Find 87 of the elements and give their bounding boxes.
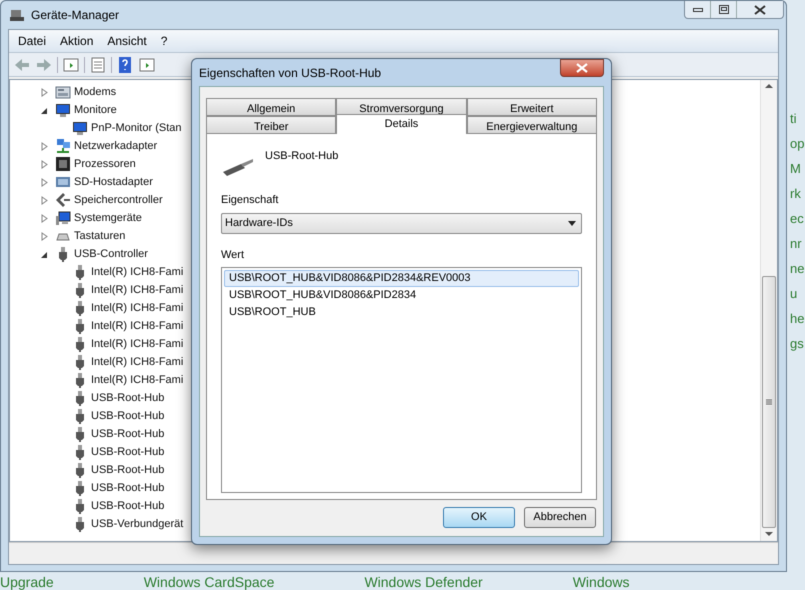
tree-item[interactable]: Intel(R) ICH8-Fami xyxy=(91,318,184,334)
tree-item[interactable]: Modems xyxy=(74,84,116,100)
background-text: op xyxy=(790,137,804,150)
tree-item[interactable]: Prozessoren xyxy=(74,156,136,172)
tree-item[interactable]: USB-Root-Hub xyxy=(91,408,164,424)
window-title: Geräte-Manager xyxy=(31,7,120,24)
property-label: Eigenschaft xyxy=(221,193,280,208)
property-dropdown[interactable]: Hardware-IDs xyxy=(221,212,582,234)
value-label: Wert xyxy=(221,248,246,262)
tree-item[interactable]: Intel(R) ICH8-Fami xyxy=(91,300,184,316)
card-adapter-icon xyxy=(55,174,71,190)
value-item[interactable]: USB\ROOT_HUB xyxy=(224,304,579,321)
computer-icon xyxy=(55,210,71,226)
storage-controller-icon xyxy=(55,192,71,208)
properties-icon[interactable] xyxy=(89,56,107,74)
tree-item[interactable]: Intel(R) ICH8-Fami xyxy=(91,354,184,370)
menu-item[interactable]: Datei xyxy=(18,32,46,50)
tree-item[interactable]: Speichercontroller xyxy=(74,192,163,208)
tree-item[interactable]: USB-Root-Hub xyxy=(91,498,164,514)
background-text: gs xyxy=(790,337,804,350)
background-text: he xyxy=(790,312,804,325)
usb-cable-icon xyxy=(221,156,255,178)
tree-item[interactable]: Intel(R) ICH8-Fami xyxy=(91,264,184,280)
background-text: Upgrade xyxy=(0,574,54,590)
background-text: Windows CardSpace xyxy=(144,574,274,590)
maximize-icon xyxy=(718,5,728,14)
tree-item[interactable]: Monitore xyxy=(74,102,117,118)
tree-item[interactable]: Netzwerkadapter xyxy=(74,138,158,154)
tree-item[interactable]: USB-Verbundgerät xyxy=(91,516,184,532)
menu-item[interactable]: Aktion xyxy=(60,32,94,50)
scrollbar[interactable] xyxy=(760,80,777,541)
close-icon xyxy=(754,4,766,14)
background-text: rk xyxy=(790,187,802,200)
network-icon xyxy=(55,138,71,154)
background-text: u xyxy=(790,287,798,300)
ok-button[interactable]: OK xyxy=(443,507,515,528)
background-text: ti xyxy=(790,112,798,125)
tree-item[interactable]: Intel(R) ICH8-Fami xyxy=(91,372,184,388)
tab[interactable]: Treiber xyxy=(206,116,336,134)
menu-item[interactable]: Ansicht xyxy=(107,32,147,50)
monitor-icon xyxy=(72,120,88,136)
scroll-down-icon[interactable] xyxy=(765,532,773,537)
action-pane-icon[interactable] xyxy=(138,56,156,74)
tree-item[interactable]: USB-Root-Hub xyxy=(91,462,164,478)
tree-item[interactable]: USB-Root-Hub xyxy=(91,390,164,406)
scroll-thumb[interactable] xyxy=(762,276,776,528)
dialog-title: Eigenschaften von USB-Root-Hub xyxy=(199,64,382,82)
tree-item[interactable]: Intel(R) ICH8-Fami xyxy=(91,336,184,352)
menu-item[interactable]: ? xyxy=(160,32,168,50)
collapse-arrow-icon[interactable] xyxy=(40,250,49,258)
tab[interactable]: Erweitert xyxy=(466,98,597,116)
background-text: ec xyxy=(790,212,804,225)
processor-icon xyxy=(55,156,71,172)
tree-item[interactable]: PnP-Monitor (Stan xyxy=(91,120,182,136)
collapse-arrow-icon[interactable] xyxy=(40,106,49,114)
scroll-up-icon[interactable] xyxy=(765,83,773,88)
tree-item[interactable]: USB-Root-Hub xyxy=(91,426,164,442)
value-item[interactable]: USB\ROOT_HUB&VID8086&PID2834&REV0003 xyxy=(224,270,579,287)
background-text: nr xyxy=(790,237,803,250)
dropdown-arrow-icon xyxy=(568,220,576,226)
tree-item[interactable]: Intel(R) ICH8-Fami xyxy=(91,282,184,298)
background-text: Windows Defender xyxy=(364,574,483,590)
expand-arrow-icon[interactable] xyxy=(40,88,49,96)
background-text: M xyxy=(790,162,802,175)
grip-icon xyxy=(766,399,772,405)
background-text: Windows xyxy=(572,574,630,590)
background-text: ne xyxy=(790,262,804,275)
tree-item[interactable]: USB-Root-Hub xyxy=(91,480,164,496)
tree-item[interactable]: USB-Controller xyxy=(74,246,148,262)
tree-item[interactable]: Tastaturen xyxy=(74,228,126,244)
tree-pane-icon[interactable] xyxy=(62,56,80,74)
tree-item[interactable]: SD-Hostadapter xyxy=(74,174,153,190)
monitor-icon xyxy=(55,102,71,118)
close-button[interactable] xyxy=(560,59,604,77)
modem-icon xyxy=(55,84,71,100)
device-name: USB-Root-Hub xyxy=(265,149,338,164)
help-icon[interactable] xyxy=(116,56,134,74)
minimize-icon xyxy=(692,8,702,12)
close-icon xyxy=(576,63,588,73)
tab[interactable]: Details xyxy=(336,114,467,134)
cancel-button[interactable]: Abbrechen xyxy=(524,507,596,528)
tree-item[interactable]: Systemgeräte xyxy=(74,210,142,226)
tree-item[interactable]: USB-Root-Hub xyxy=(91,444,164,460)
tab[interactable]: Energieverwaltung xyxy=(466,116,597,134)
tab[interactable]: Allgemein xyxy=(206,98,336,116)
device-manager-icon xyxy=(9,7,25,23)
value-item[interactable]: USB\ROOT_HUB&VID8086&PID2834 xyxy=(224,287,579,304)
